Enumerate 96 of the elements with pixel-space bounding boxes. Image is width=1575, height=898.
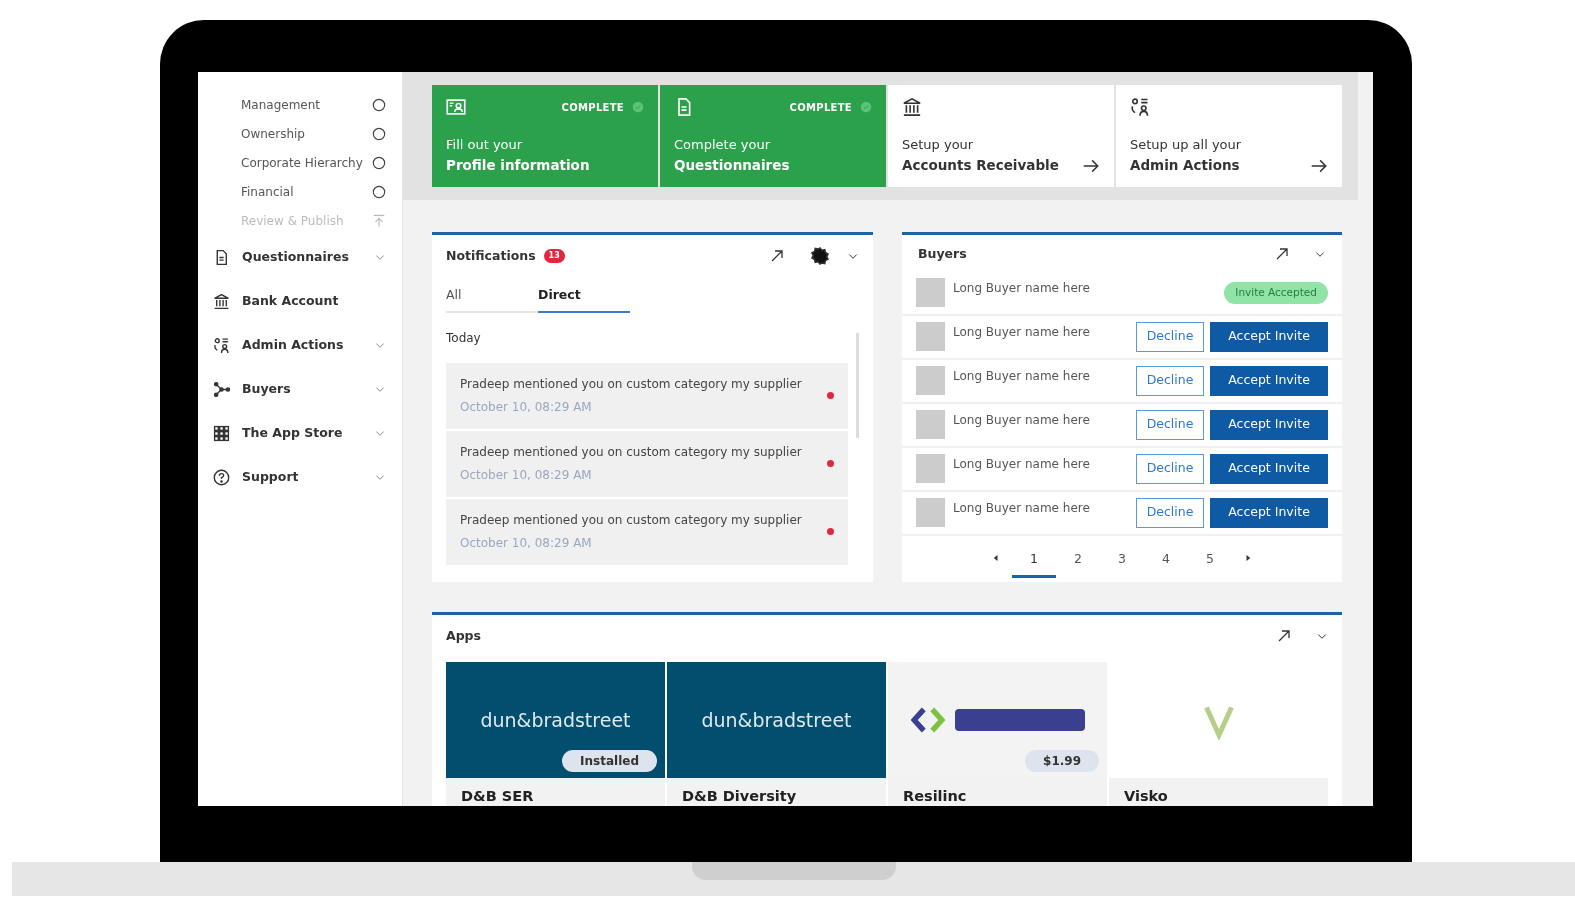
notification-item[interactable]: Pradeep mentioned you on custom category my supplier October 10, 08:29 AM bbox=[446, 430, 848, 497]
count-badge: 13 bbox=[543, 249, 565, 264]
status-label: COMPLETE bbox=[789, 100, 852, 115]
accept-invite-button[interactable]: Accept Invite bbox=[1210, 497, 1328, 528]
app-name: Resilinc bbox=[888, 777, 1107, 806]
network-icon bbox=[213, 380, 230, 398]
decline-button[interactable]: Decline bbox=[1136, 409, 1204, 440]
page-link[interactable]: 2 bbox=[1056, 543, 1100, 578]
app-name: Visko bbox=[1109, 777, 1328, 806]
notification-text: Pradeep mentioned you on custom category my supplier bbox=[460, 376, 802, 393]
people-icon bbox=[1130, 97, 1150, 117]
nav-item[interactable]: Bank Account bbox=[242, 291, 386, 311]
check-circle-icon bbox=[632, 101, 644, 113]
help-icon bbox=[213, 468, 230, 486]
panel-title: Notifications bbox=[446, 247, 536, 265]
app-logo-area[interactable]: dun&bradstreet bbox=[667, 661, 886, 778]
nav-item[interactable]: The App Store bbox=[242, 423, 362, 443]
upload-icon bbox=[372, 213, 386, 228]
nav-item[interactable]: Questionnaires bbox=[242, 247, 362, 267]
decline-button[interactable]: Decline bbox=[1136, 453, 1204, 484]
notification-item[interactable]: Pradeep mentioned you on custom category my supplier October 10, 08:29 AM bbox=[446, 498, 848, 565]
empty-circle-icon bbox=[372, 126, 386, 141]
page-link[interactable]: 5 bbox=[1188, 543, 1232, 578]
settings-icon bbox=[811, 247, 829, 266]
card-title: Questionnaires bbox=[674, 155, 790, 175]
step-link[interactable]: Ownership bbox=[241, 124, 305, 143]
setup-card[interactable]: Setup your Accounts Receivable bbox=[888, 85, 1114, 187]
card-title: Profile information bbox=[446, 155, 590, 175]
accept-invite-button[interactable]: Accept Invite bbox=[1210, 409, 1328, 440]
panel-title: Apps bbox=[446, 627, 482, 645]
logo-text: dun&bradstreet bbox=[480, 707, 631, 733]
timestamp: October 10, 08:29 AM bbox=[460, 535, 593, 552]
empty-circle-icon bbox=[372, 155, 386, 170]
check-circle-icon bbox=[860, 101, 872, 113]
bank-icon bbox=[902, 97, 922, 117]
accept-invite-button[interactable]: Accept Invite bbox=[1210, 453, 1328, 484]
app-logo-area[interactable]: dun&bradstreet Installed bbox=[446, 661, 665, 778]
card-subtitle: Setup up all your bbox=[1130, 136, 1242, 155]
avatar-placeholder bbox=[916, 410, 945, 440]
notification-item[interactable]: Pradeep mentioned you on custom category my supplier October 10, 08:29 AM bbox=[446, 362, 848, 429]
card-subtitle: Setup your bbox=[902, 136, 975, 155]
decline-button[interactable]: Decline bbox=[1136, 365, 1204, 396]
bank-icon bbox=[213, 292, 230, 310]
setup-card[interactable]: Setup up all your Admin Actions bbox=[1116, 85, 1342, 187]
avatar-placeholder bbox=[916, 366, 945, 396]
step-link[interactable]: Management bbox=[241, 95, 321, 114]
timestamp: October 10, 08:29 AM bbox=[460, 399, 593, 416]
accept-invite-button[interactable]: Accept Invite bbox=[1210, 365, 1328, 396]
empty-circle-icon bbox=[372, 184, 386, 199]
tab[interactable]: Direct bbox=[538, 281, 630, 313]
decline-button[interactable]: Decline bbox=[1136, 497, 1204, 528]
step-link[interactable]: Corporate Hierarchy bbox=[241, 153, 363, 172]
buyer-name: Long Buyer name here bbox=[953, 411, 1091, 429]
card-title: Admin Actions bbox=[1130, 155, 1241, 175]
page-link[interactable]: 1 bbox=[1012, 543, 1056, 578]
app-name: D&B SER bbox=[446, 777, 665, 806]
page-link[interactable]: 4 bbox=[1144, 543, 1188, 578]
buyer-name: Long Buyer name here bbox=[953, 279, 1091, 297]
avatar-placeholder bbox=[916, 278, 945, 308]
card-subtitle: Complete your bbox=[674, 136, 771, 155]
status-badge: Invite Accepted bbox=[1224, 281, 1328, 304]
app-logo-area[interactable]: $1.99 bbox=[888, 661, 1107, 778]
arrow-right-icon bbox=[1310, 157, 1328, 175]
people-icon bbox=[213, 336, 230, 354]
app-tag: $1.99 bbox=[1025, 749, 1099, 772]
nav-item[interactable]: Support bbox=[242, 467, 362, 487]
notification-text: Pradeep mentioned you on custom category my supplier bbox=[460, 444, 802, 461]
empty-circle-icon bbox=[372, 97, 386, 112]
date-heading: Today bbox=[446, 329, 482, 347]
card-title: Accounts Receivable bbox=[902, 155, 1059, 175]
app-name: D&B Diversity bbox=[667, 777, 886, 806]
step-link[interactable]: Financial bbox=[241, 182, 294, 201]
buyer-name: Long Buyer name here bbox=[953, 455, 1091, 473]
page-link[interactable]: 3 bbox=[1100, 543, 1144, 578]
buyer-name: Long Buyer name here bbox=[953, 323, 1091, 341]
timestamp: October 10, 08:29 AM bbox=[460, 467, 593, 484]
card-subtitle: Fill out your bbox=[446, 136, 524, 155]
buyer-name: Long Buyer name here bbox=[953, 367, 1091, 385]
avatar-placeholder bbox=[916, 322, 945, 352]
app-tag: Installed bbox=[562, 749, 657, 772]
avatar-placeholder bbox=[916, 498, 945, 528]
nav-item[interactable]: Admin Actions bbox=[242, 335, 362, 355]
scrollbar[interactable] bbox=[856, 332, 859, 438]
decline-button[interactable]: Decline bbox=[1136, 321, 1204, 352]
status-label: COMPLETE bbox=[561, 100, 624, 115]
logo-text: dun&bradstreet bbox=[701, 707, 852, 733]
accept-invite-button[interactable]: Accept Invite bbox=[1210, 321, 1328, 352]
nav-item[interactable]: Buyers bbox=[242, 379, 362, 399]
buyer-name: Long Buyer name here bbox=[953, 499, 1091, 517]
id-card-icon bbox=[446, 97, 466, 117]
avatar-placeholder bbox=[916, 454, 945, 484]
notification-text: Pradeep mentioned you on custom category my supplier bbox=[460, 512, 802, 529]
tab[interactable]: All bbox=[446, 281, 538, 313]
grid-icon bbox=[213, 424, 230, 442]
panel-title: Buyers bbox=[918, 245, 968, 263]
arrow-right-icon bbox=[1082, 157, 1100, 175]
